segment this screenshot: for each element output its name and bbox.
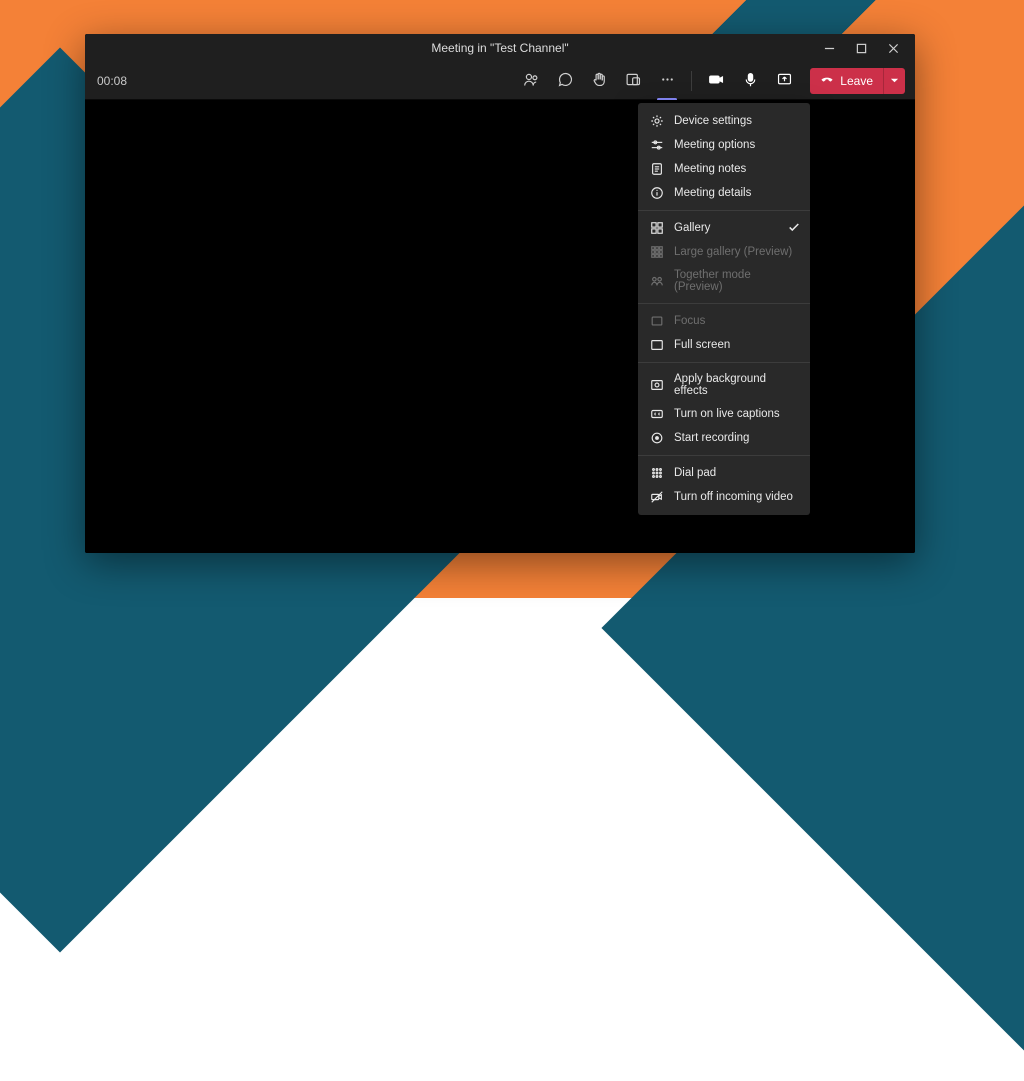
menu-separator (638, 210, 810, 211)
menu-label: Meeting details (674, 187, 751, 199)
toolbar-separator (691, 71, 692, 91)
dialpad-icon (650, 466, 664, 480)
menu-label: Turn off incoming video (674, 491, 793, 503)
meeting-window: Meeting in "Test Channel" 00:08 (85, 34, 915, 553)
together-mode-icon (650, 274, 664, 288)
menu-label: Apply background effects (674, 373, 798, 397)
leave-split-button: Leave (810, 68, 905, 94)
more-icon (659, 71, 676, 91)
menu-label: Meeting options (674, 139, 755, 151)
leave-label: Leave (840, 74, 873, 88)
menu-separator (638, 362, 810, 363)
menu-item-focus: Focus (638, 309, 810, 333)
meeting-toolbar: 00:08 (85, 62, 915, 100)
hang-up-icon (820, 72, 834, 89)
leave-button[interactable]: Leave (810, 68, 883, 94)
video-stage: Device settings Meeting options Meeting … (85, 100, 915, 553)
maximize-button[interactable] (845, 34, 877, 62)
menu-label: Large gallery (Preview) (674, 246, 792, 258)
video-icon (708, 71, 725, 91)
rooms-button[interactable] (619, 67, 647, 95)
gallery-icon (650, 221, 664, 235)
menu-label: Meeting notes (674, 163, 746, 175)
menu-separator (638, 303, 810, 304)
sliders-icon (650, 138, 664, 152)
menu-item-together-mode: Together mode (Preview) (638, 264, 810, 298)
people-icon (523, 71, 540, 91)
chat-icon (557, 71, 574, 91)
menu-separator (638, 455, 810, 456)
menu-label: Dial pad (674, 467, 716, 479)
menu-item-meeting-notes[interactable]: Meeting notes (638, 157, 810, 181)
chat-button[interactable] (551, 67, 579, 95)
menu-label: Together mode (Preview) (674, 269, 798, 293)
share-screen-icon (776, 71, 793, 91)
menu-item-gallery[interactable]: Gallery (638, 216, 810, 240)
titlebar: Meeting in "Test Channel" (85, 34, 915, 62)
gear-icon (650, 114, 664, 128)
share-button[interactable] (770, 67, 798, 95)
minimize-button[interactable] (813, 34, 845, 62)
menu-label: Gallery (674, 222, 710, 234)
reactions-button[interactable] (585, 67, 613, 95)
breakout-rooms-icon (625, 71, 642, 91)
raise-hand-icon (591, 71, 608, 91)
captions-icon (650, 407, 664, 421)
camera-button[interactable] (702, 67, 730, 95)
record-icon (650, 431, 664, 445)
large-gallery-icon (650, 245, 664, 259)
background-effects-icon (650, 378, 664, 392)
menu-item-device-settings[interactable]: Device settings (638, 109, 810, 133)
menu-item-full-screen[interactable]: Full screen (638, 333, 810, 357)
fullscreen-icon (650, 338, 664, 352)
menu-item-live-captions[interactable]: Turn on live captions (638, 402, 810, 426)
menu-item-incoming-video-off[interactable]: Turn off incoming video (638, 485, 810, 509)
menu-label: Turn on live captions (674, 408, 780, 420)
menu-item-background-effects[interactable]: Apply background effects (638, 368, 810, 402)
leave-options-button[interactable] (883, 68, 905, 94)
more-actions-menu: Device settings Meeting options Meeting … (638, 103, 810, 515)
notes-icon (650, 162, 664, 176)
mic-button[interactable] (736, 67, 764, 95)
participants-button[interactable] (517, 67, 545, 95)
menu-label: Device settings (674, 115, 752, 127)
checkmark-icon (788, 221, 800, 236)
window-controls (813, 34, 909, 62)
close-button[interactable] (877, 34, 909, 62)
menu-item-meeting-options[interactable]: Meeting options (638, 133, 810, 157)
info-icon (650, 186, 664, 200)
more-actions-button[interactable] (653, 67, 681, 95)
chevron-down-icon (890, 74, 899, 88)
menu-item-dial-pad[interactable]: Dial pad (638, 461, 810, 485)
video-off-icon (650, 490, 664, 504)
menu-item-start-recording[interactable]: Start recording (638, 426, 810, 450)
menu-label: Start recording (674, 432, 749, 444)
menu-label: Focus (674, 315, 705, 327)
menu-item-meeting-details[interactable]: Meeting details (638, 181, 810, 205)
mic-icon (742, 71, 759, 91)
menu-item-large-gallery: Large gallery (Preview) (638, 240, 810, 264)
focus-icon (650, 314, 664, 328)
call-timer: 00:08 (97, 74, 127, 88)
window-title: Meeting in "Test Channel" (431, 41, 568, 55)
menu-label: Full screen (674, 339, 730, 351)
